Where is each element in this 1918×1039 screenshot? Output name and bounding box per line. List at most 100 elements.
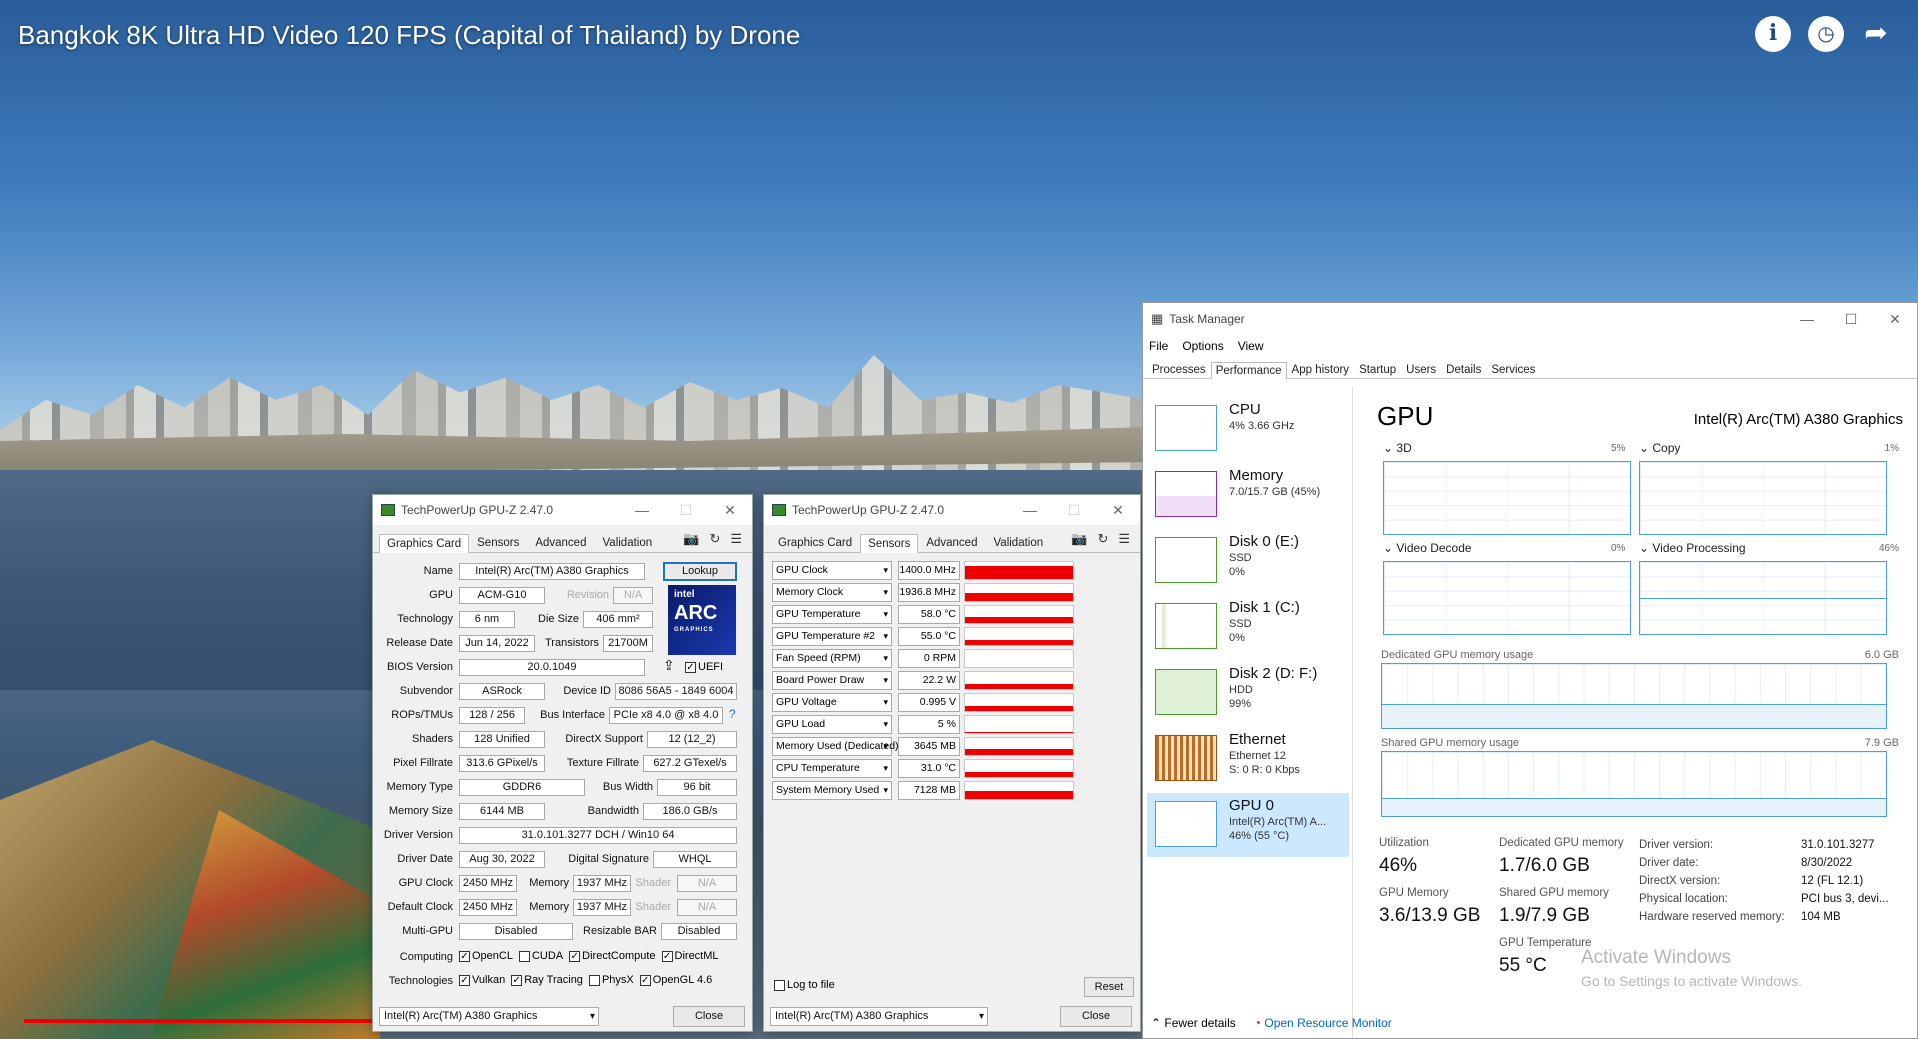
tab-advanced[interactable]: Advanced (527, 533, 594, 552)
close-icon[interactable]: ✕ (708, 502, 752, 519)
tab-startup[interactable]: Startup (1354, 361, 1401, 378)
technology-physx-checkbox[interactable]: PhysX (588, 974, 634, 986)
technology-opengl-4-6-checkbox[interactable]: ✓ OpenGL 4.6 (639, 974, 712, 986)
transistors-label: Transistors (545, 637, 599, 649)
video-progress-bar[interactable] (24, 1019, 374, 1023)
share-bios-icon[interactable]: ⇪ (663, 657, 675, 674)
bandwidth-field: 186.0 GB/s (643, 803, 737, 820)
info-icon[interactable]: i (1755, 16, 1791, 52)
lookup-button[interactable]: Lookup (663, 562, 737, 581)
sensor-name-dropdown[interactable]: GPU Load (772, 715, 892, 734)
tab-graphics-card[interactable]: Graphics Card (379, 534, 470, 553)
title-bar[interactable]: TechPowerUp GPU-Z 2.47.0 — ☐ ✕ (764, 495, 1140, 525)
tab-advanced[interactable]: Advanced (918, 533, 985, 552)
tab-services[interactable]: Services (1486, 361, 1540, 378)
title-bar[interactable]: TechPowerUp GPU-Z 2.47.0 — ☐ ✕ (373, 495, 752, 525)
gpu-select-dropdown[interactable]: Intel(R) Arc(TM) A380 Graphics (770, 1007, 988, 1026)
close-icon[interactable]: ✕ (1873, 311, 1917, 328)
video-title[interactable]: Bangkok 8K Ultra HD Video 120 FPS (Capit… (18, 20, 800, 51)
menu-file[interactable]: File (1149, 339, 1168, 353)
bus-width-field: 96 bit (657, 779, 737, 796)
close-icon[interactable]: ✕ (1096, 502, 1140, 519)
tab-details[interactable]: Details (1441, 361, 1486, 378)
sidebar-item-disk0[interactable]: Disk 0 (E:) SSD 0% (1147, 529, 1349, 593)
uefi-checkbox[interactable]: ✓ UEFI (685, 661, 723, 673)
computing-opencl-checkbox[interactable]: ✓ OpenCL (459, 950, 513, 962)
fewer-details-link[interactable]: ⌃ Fewer details (1151, 1016, 1236, 1030)
menu-view[interactable]: View (1238, 339, 1264, 353)
camera-icon[interactable]: 📷 (1071, 531, 1087, 547)
die-size-field: 406 mm² (583, 611, 653, 628)
computing-cuda-checkbox[interactable]: CUDA (518, 950, 563, 962)
sidebar-line: HDD (1229, 684, 1253, 696)
tab-sensors[interactable]: Sensors (469, 533, 527, 552)
sensor-name-dropdown[interactable]: Memory Used (Dedicated) (772, 737, 899, 756)
engine-copy-label[interactable]: ⌄ Copy (1639, 441, 1680, 455)
sensor-row: GPU Temperature 58.0 °C (772, 605, 1074, 625)
default-memory-label: Memory (529, 901, 569, 913)
tab-graphics-card[interactable]: Graphics Card (770, 533, 860, 552)
engine-video-processing-label[interactable]: ⌄ Video Processing (1639, 541, 1746, 555)
tab-sensors[interactable]: Sensors (860, 534, 919, 553)
close-button[interactable]: Close (673, 1006, 745, 1027)
shader-field: N/A (677, 875, 737, 892)
refresh-icon[interactable]: ↻ (709, 531, 720, 547)
gpu-select-dropdown[interactable]: Intel(R) Arc(TM) A380 Graphics (379, 1007, 599, 1026)
release-date-label: Release Date (386, 637, 453, 649)
sensor-name-dropdown[interactable]: System Memory Used (772, 781, 892, 800)
sensor-graph (964, 781, 1074, 800)
computing-directcompute-checkbox[interactable]: ✓ DirectCompute (569, 950, 656, 962)
utilization-label: Utilization (1379, 837, 1429, 849)
sensor-name-dropdown[interactable]: Fan Speed (RPM) (772, 649, 892, 668)
sidebar-item-ethernet[interactable]: Ethernet Ethernet 12 S: 0 R: 0 Kbps (1147, 727, 1349, 791)
sensor-name-dropdown[interactable]: GPU Clock (772, 561, 892, 580)
menu-icon[interactable]: ☰ (730, 531, 742, 547)
technology-ray-tracing-checkbox[interactable]: ✓ Ray Tracing (511, 974, 583, 986)
minimize-icon[interactable]: — (1008, 502, 1052, 519)
tab-users[interactable]: Users (1401, 361, 1441, 378)
sensor-value: 31.0 °C (898, 759, 960, 778)
reset-button[interactable]: Reset (1084, 977, 1134, 997)
checkbox-label: Ray Tracing (524, 974, 583, 986)
log-to-file-checkbox[interactable]: Log to file (774, 979, 835, 991)
sidebar-item-gpu0[interactable]: GPU 0 Intel(R) Arc(TM) A... 46% (55 °C) (1147, 793, 1349, 857)
clock-icon[interactable]: ◷ (1808, 16, 1844, 52)
technology-vulkan-checkbox[interactable]: ✓ Vulkan (459, 974, 505, 986)
camera-icon[interactable]: 📷 (683, 531, 699, 547)
tab-app-history[interactable]: App history (1287, 361, 1355, 378)
maximize-icon[interactable]: ☐ (1052, 502, 1096, 519)
sensor-name-dropdown[interactable]: GPU Voltage (772, 693, 892, 712)
sensor-name-dropdown[interactable]: GPU Temperature (772, 605, 892, 624)
tab-validation[interactable]: Validation (594, 533, 660, 552)
computing-directml-checkbox[interactable]: ✓ DirectML (661, 950, 719, 962)
sidebar-line: 99% (1229, 698, 1252, 710)
engine-video-decode-label[interactable]: ⌄ Video Decode (1383, 541, 1472, 555)
sidebar-title: Disk 0 (E:) (1229, 533, 1300, 550)
sensor-name-dropdown[interactable]: GPU Temperature #2 (772, 627, 892, 646)
sensor-name-dropdown[interactable]: Board Power Draw (772, 671, 892, 690)
footer: ⌃ Fewer details ◔ Open Resource Monitor (1151, 1016, 1392, 1030)
share-icon[interactable]: ➦ (1858, 16, 1894, 52)
tab-processes[interactable]: Processes (1147, 361, 1211, 378)
menu-icon[interactable]: ☰ (1118, 531, 1130, 547)
driver-version-label: Driver Version (383, 829, 453, 841)
sidebar-item-disk2[interactable]: Disk 2 (D: F:) HDD 99% (1147, 661, 1349, 725)
bus-help-icon[interactable]: ? (729, 707, 736, 721)
close-button[interactable]: Close (1060, 1006, 1132, 1027)
title-bar[interactable]: ▦ Task Manager — ☐ ✕ (1143, 303, 1917, 335)
sidebar-item-cpu[interactable]: CPU 4% 3.66 GHz (1147, 397, 1349, 461)
engine-3d-label[interactable]: ⌄ 3D (1383, 441, 1412, 455)
sidebar-item-memory[interactable]: Memory 7.0/15.7 GB (45%) (1147, 463, 1349, 527)
minimize-icon[interactable]: — (620, 502, 664, 519)
open-resource-monitor-link[interactable]: ◔ Open Resource Monitor (1254, 1016, 1392, 1030)
sidebar-item-disk1[interactable]: Disk 1 (C:) SSD 0% (1147, 595, 1349, 659)
maximize-icon[interactable]: ☐ (1829, 311, 1873, 328)
maximize-icon[interactable]: ☐ (664, 502, 708, 519)
refresh-icon[interactable]: ↻ (1097, 531, 1108, 547)
menu-options[interactable]: Options (1182, 339, 1223, 353)
tab-performance[interactable]: Performance (1210, 362, 1287, 379)
sensor-name-dropdown[interactable]: CPU Temperature (772, 759, 892, 778)
minimize-icon[interactable]: — (1785, 311, 1829, 328)
sensor-name-dropdown[interactable]: Memory Clock (772, 583, 892, 602)
tab-validation[interactable]: Validation (985, 533, 1051, 552)
